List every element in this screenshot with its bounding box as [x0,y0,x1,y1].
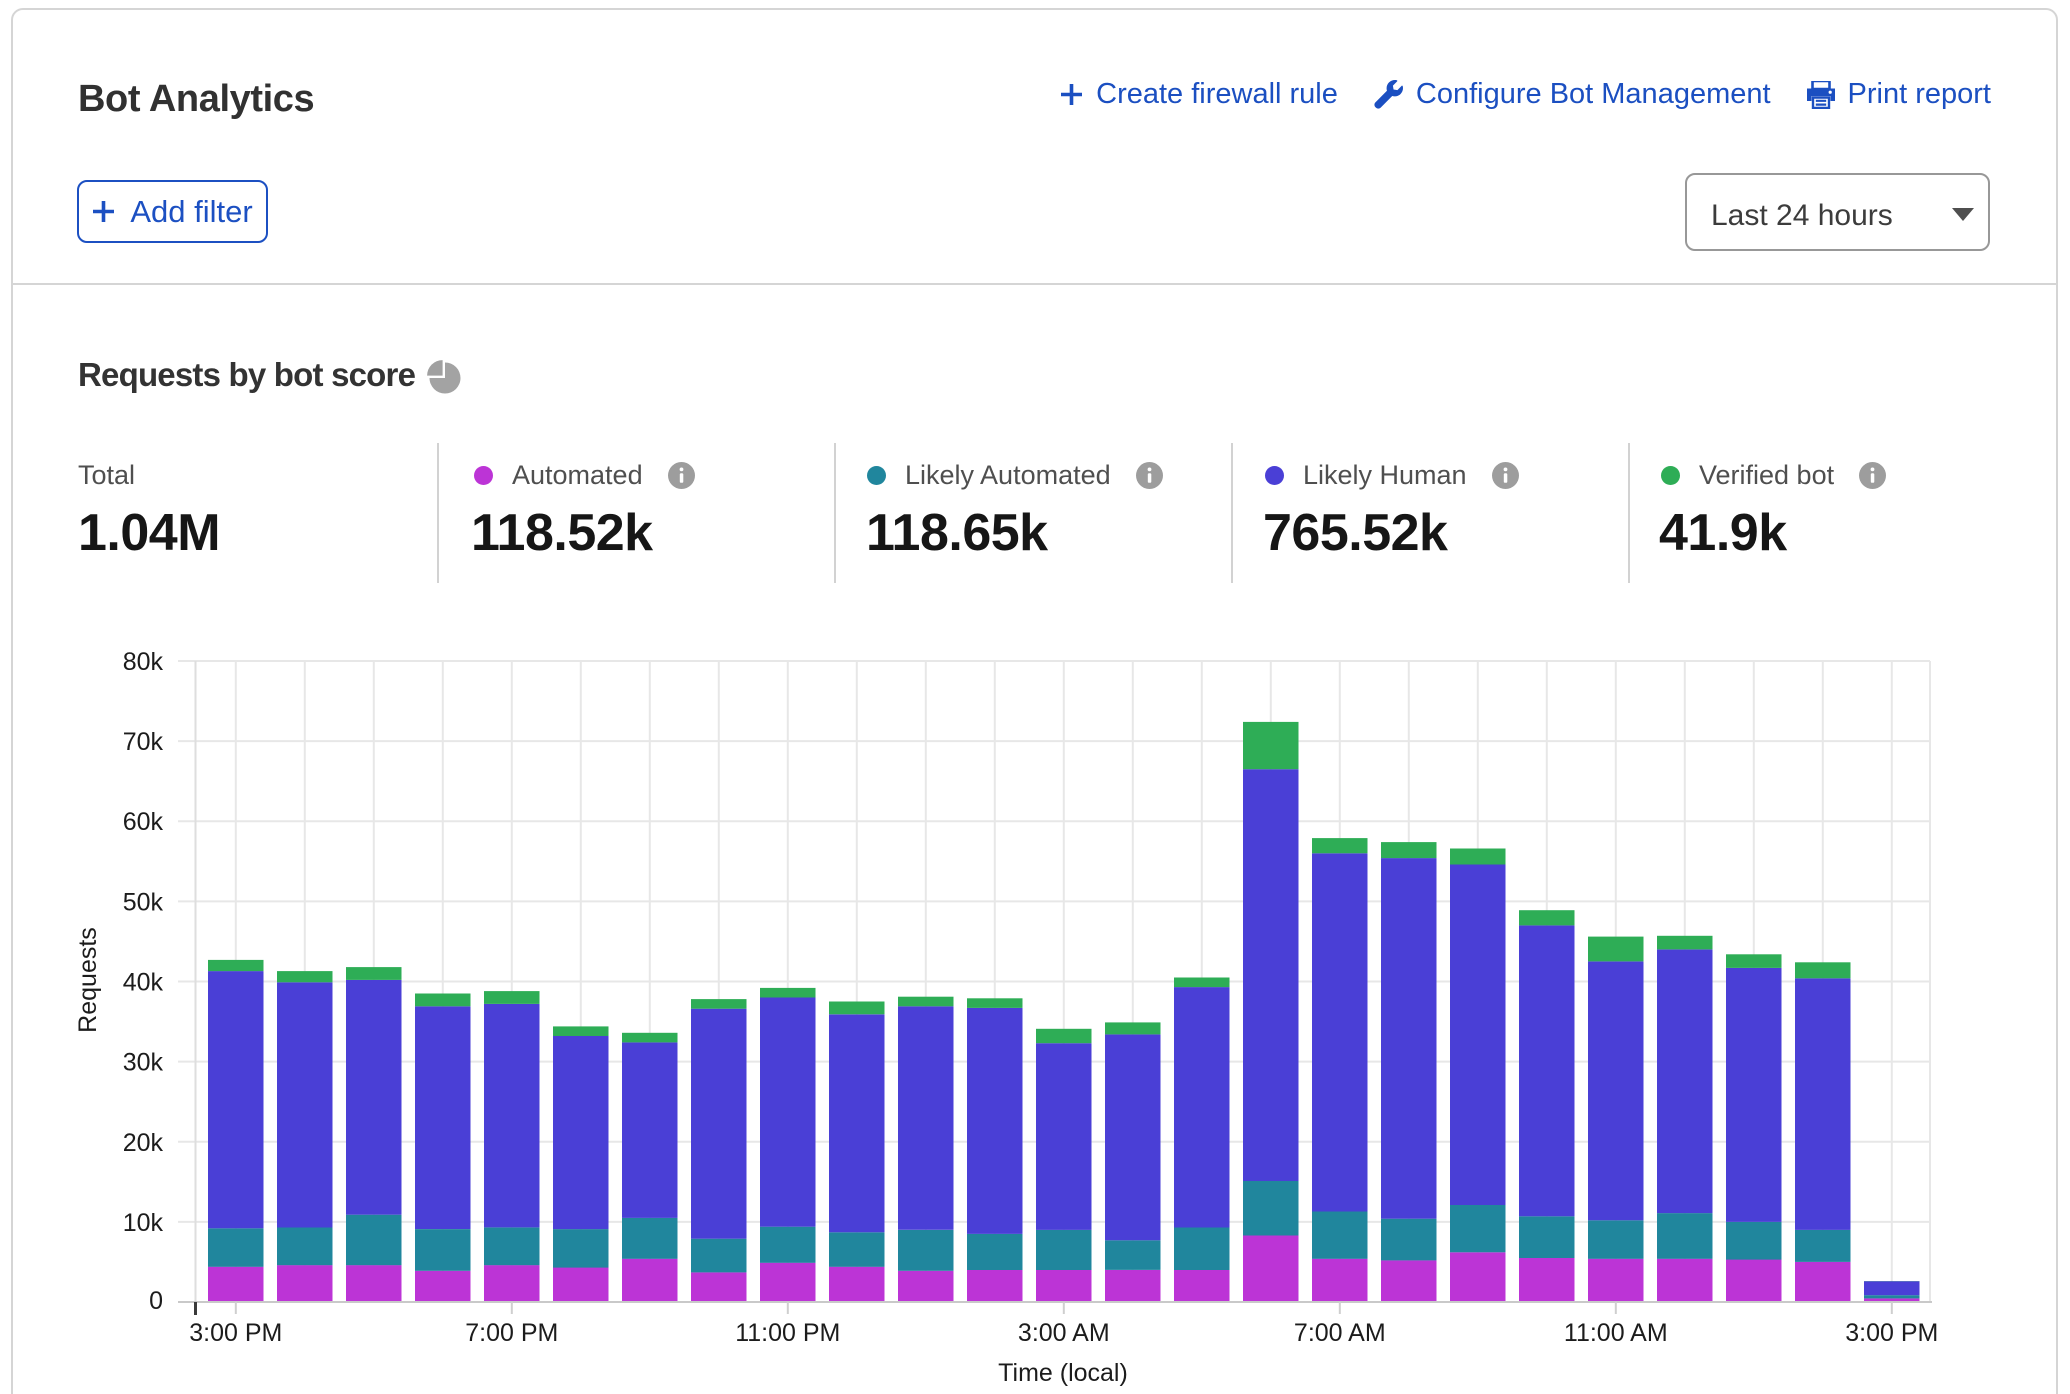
svg-text:0: 0 [149,1287,163,1315]
svg-text:70k: 70k [123,728,164,756]
svg-text:11:00 AM: 11:00 AM [1564,1319,1668,1347]
svg-text:10k: 10k [123,1209,164,1237]
svg-text:60k: 60k [123,808,164,836]
svg-text:7:00 PM: 7:00 PM [465,1319,558,1347]
svg-text:80k: 80k [123,648,164,676]
svg-text:11:00 PM: 11:00 PM [735,1319,840,1347]
svg-text:3:00 PM: 3:00 PM [189,1319,282,1347]
svg-text:7:00 AM: 7:00 AM [1294,1319,1386,1347]
svg-text:20k: 20k [123,1129,164,1157]
svg-text:Time (local): Time (local) [998,1359,1128,1387]
svg-text:3:00 PM: 3:00 PM [1845,1319,1938,1347]
svg-text:Requests: Requests [74,927,102,1033]
svg-text:40k: 40k [123,969,164,997]
svg-text:30k: 30k [123,1049,164,1077]
svg-text:3:00 AM: 3:00 AM [1018,1319,1110,1347]
svg-text:50k: 50k [123,888,164,916]
